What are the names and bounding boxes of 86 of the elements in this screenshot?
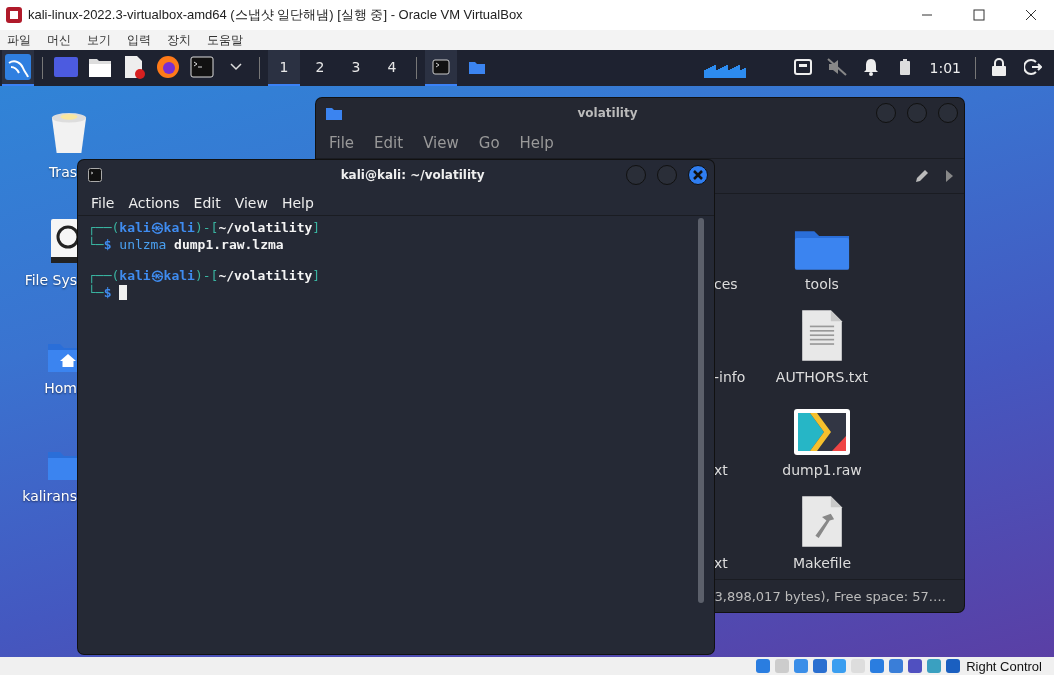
dragon-logo (5, 54, 31, 80)
menu-item[interactable]: Help (519, 134, 554, 152)
drive-icon (50, 218, 78, 264)
workspace-button[interactable]: 2 (304, 50, 336, 86)
window-title: volatility (577, 106, 638, 120)
media-file-icon (793, 408, 851, 456)
menu-item[interactable]: File (91, 194, 115, 211)
folder-icon (326, 106, 342, 120)
workspace-button[interactable]: 3 (340, 50, 372, 86)
bell-icon (862, 58, 879, 76)
status-device-icon (755, 658, 772, 674)
close-icon (693, 170, 703, 180)
workspace-button[interactable]: 4 (376, 50, 408, 86)
scrollbar[interactable] (698, 218, 704, 603)
status-device-icon (945, 658, 962, 674)
status-device-icon (907, 658, 924, 674)
file-name[interactable]: AUTHORS.txt (775, 369, 869, 385)
hammer-file-icon (800, 494, 844, 549)
file-name[interactable]: dump1.raw (782, 462, 862, 478)
desktop-icon-label[interactable]: File Sys (24, 272, 78, 288)
text-file-icon (800, 308, 844, 363)
battery-icon (898, 58, 911, 76)
maximize-icon (973, 9, 985, 21)
menu-item[interactable]: File (329, 134, 355, 152)
menu-item[interactable]: Edit (374, 134, 404, 152)
menu-item[interactable]: 머신 (47, 31, 71, 49)
status-device-icon (774, 658, 791, 674)
prompt-line: ┌──(kali㉿kali)-[~/volatility] (88, 267, 321, 284)
logout-icon (1024, 58, 1042, 76)
prompt-line: ┌──(kali㉿kali)-[~/volatility] (88, 219, 321, 236)
caret-icon (230, 63, 242, 71)
home-folder-icon (48, 342, 78, 372)
menu-item[interactable]: 파일 (7, 31, 31, 49)
folder-icon (88, 56, 112, 78)
menu-item[interactable]: 장치 (167, 31, 191, 49)
folder-icon (48, 450, 78, 480)
lock-icon (991, 58, 1007, 76)
menu-item[interactable]: Help (281, 194, 314, 211)
workspace-button[interactable]: 1 (268, 50, 300, 86)
window-title: kali@kali: ~/volatility (340, 168, 485, 182)
menu-item[interactable]: Go (478, 134, 500, 152)
window-title: kali-linux-2022.3-virtualbox-amd64 (스냅샷 일단해냄) [실행 중] - Oracle VM VirtualBox (28, 6, 524, 24)
terminal-icon (432, 59, 450, 75)
status-device-icon (926, 658, 943, 674)
trash-bin-icon (50, 110, 88, 156)
menu-item[interactable]: Edit (193, 194, 221, 211)
file-name[interactable]: tools (805, 276, 839, 292)
file-name[interactable]: xt (714, 462, 728, 478)
menu-item[interactable]: 보기 (87, 31, 111, 49)
command-line: └─$ (88, 284, 128, 301)
terminal-icon (88, 168, 102, 182)
task-button[interactable] (425, 50, 457, 86)
speaker-muted-icon (826, 58, 847, 76)
menu-item[interactable]: Actions (128, 194, 180, 211)
status-device-icon (793, 658, 810, 674)
menu-item[interactable]: View (234, 194, 268, 211)
browser-icon (156, 55, 180, 79)
desktop-icon-label[interactable]: Tras (48, 164, 78, 180)
close-icon (1025, 9, 1037, 21)
status-device-icon (812, 658, 829, 674)
status-device-icon (888, 658, 905, 674)
desktop-icon-label[interactable]: Hom (44, 380, 78, 396)
app-menu-button[interactable] (2, 50, 34, 86)
status-device-icon (831, 658, 848, 674)
desktop-icon-label[interactable]: kalirans (22, 488, 78, 504)
network-icon (793, 59, 812, 75)
pencil-icon[interactable] (914, 168, 930, 184)
command-line: └─$ unlzma dump1.raw.lzma (88, 236, 284, 253)
status-device-icon (869, 658, 886, 674)
file-name[interactable]: Makefile (792, 555, 852, 571)
folder-icon (469, 60, 485, 74)
status-device-icon (850, 658, 867, 674)
menu-item[interactable]: 입력 (127, 31, 151, 49)
forward-arrow-icon[interactable] (944, 169, 954, 183)
file-name[interactable]: xt (714, 555, 728, 571)
desktop-icon (54, 57, 78, 77)
file-name[interactable]: ces (714, 276, 738, 292)
menu-item[interactable]: View (423, 134, 459, 152)
clock: 1:01 (929, 60, 961, 76)
host-key-label: Right Control (966, 658, 1042, 674)
virtualbox-logo (6, 7, 22, 23)
close-button[interactable] (688, 165, 708, 185)
menu-item[interactable]: 도움말 (207, 31, 243, 49)
terminal-icon (190, 56, 214, 78)
file-name[interactable]: -info (714, 369, 746, 385)
document-icon (123, 55, 145, 79)
